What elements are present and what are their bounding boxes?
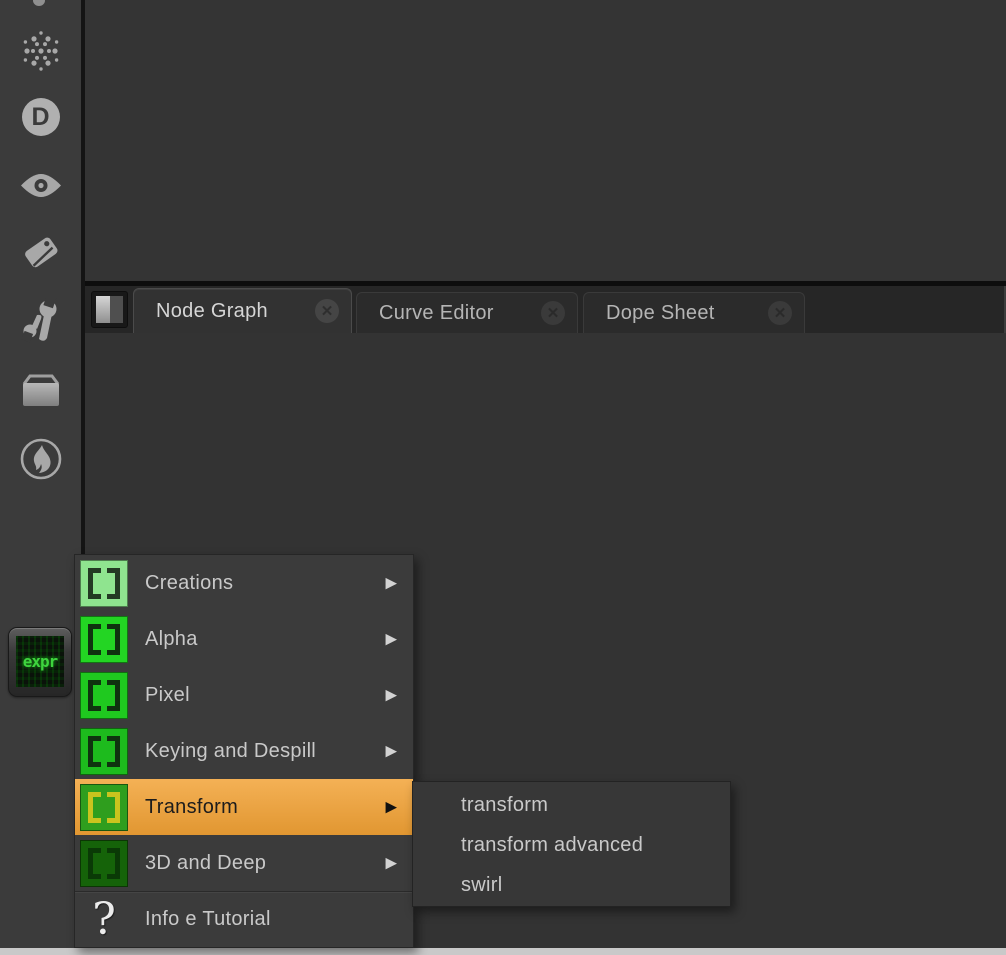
- tab-label: Dope Sheet: [606, 302, 715, 325]
- toolbox-icon-glyph: [19, 372, 63, 410]
- expression-node-button[interactable]: expr: [8, 627, 72, 697]
- tag-icon-glyph: [19, 230, 63, 274]
- node-creation-menu: Creations ▶ Alpha ▶ Pixel ▶ Keying and D…: [74, 554, 414, 948]
- toolbox-icon[interactable]: [0, 372, 81, 410]
- toolsets-wrench-icon[interactable]: [0, 298, 81, 344]
- metadata-tag-icon[interactable]: [0, 230, 81, 274]
- submenu-arrow-icon: ▶: [385, 742, 397, 760]
- menu-item-keying-and-despill[interactable]: Keying and Despill ▶: [75, 723, 413, 779]
- submenu-item-label: swirl: [461, 874, 503, 896]
- flame-icon-glyph: [18, 436, 64, 482]
- expr-label: expr: [23, 652, 58, 671]
- particles-icon-glyph: [19, 29, 63, 73]
- menu-item-label: Transform: [145, 796, 238, 819]
- tab-curve-editor[interactable]: Curve Editor ✕: [356, 292, 578, 333]
- menu-item-label: Alpha: [145, 628, 198, 651]
- submenu-item-transform-advanced[interactable]: transform advanced: [413, 825, 730, 865]
- expr-matrix-screen: expr: [16, 636, 64, 687]
- menu-item-label: Keying and Despill: [145, 740, 316, 763]
- pane-split-left-icon: [96, 296, 110, 323]
- pane-menu-button[interactable]: [91, 291, 128, 328]
- submenu-arrow-icon: ▶: [385, 574, 397, 592]
- alpha-node-icon: [80, 616, 128, 663]
- submenu-item-label: transform advanced: [461, 834, 643, 856]
- menu-item-transform[interactable]: Transform ▶: [75, 779, 413, 835]
- tab-node-graph[interactable]: Node Graph ✕: [133, 288, 352, 333]
- window-bottom-edge: [0, 948, 1006, 955]
- eye-icon-glyph: [19, 172, 63, 199]
- close-icon[interactable]: ✕: [315, 299, 339, 323]
- submenu-arrow-icon: ▶: [385, 630, 397, 648]
- clipped-toolbar-icon: [33, 0, 45, 6]
- views-eye-icon[interactable]: [0, 172, 81, 199]
- question-mark-icon: ?: [80, 898, 128, 942]
- wrench-icon-glyph: [19, 298, 63, 344]
- deep-icon-glyph: D: [22, 98, 60, 136]
- 3d-deep-node-icon: [80, 840, 128, 887]
- deep-icon[interactable]: D: [0, 98, 81, 136]
- menu-item-label: 3D and Deep: [145, 852, 266, 875]
- close-icon[interactable]: ✕: [768, 301, 792, 325]
- keying-node-icon: [80, 728, 128, 775]
- pane-tab-strip: Node Graph ✕ Curve Editor ✕ Dope Sheet ✕: [85, 286, 1006, 333]
- menu-item-alpha[interactable]: Alpha ▶: [75, 611, 413, 667]
- creations-node-icon: [80, 560, 128, 607]
- menu-item-creations[interactable]: Creations ▶: [75, 555, 413, 611]
- menu-item-label: Info e Tutorial: [145, 908, 271, 931]
- close-icon[interactable]: ✕: [541, 301, 565, 325]
- submenu-item-transform[interactable]: transform: [413, 785, 730, 825]
- pixel-node-icon: [80, 672, 128, 719]
- menu-item-label: Creations: [145, 572, 233, 595]
- menu-item-info-e-tutorial[interactable]: ? Info e Tutorial: [75, 891, 413, 947]
- transform-node-icon: [80, 784, 128, 831]
- viewer-panel: [85, 0, 1006, 281]
- menu-item-pixel[interactable]: Pixel ▶: [75, 667, 413, 723]
- tab-label: Node Graph: [156, 300, 268, 323]
- menu-item-label: Pixel: [145, 684, 190, 707]
- transform-submenu: transform transform advanced swirl: [412, 781, 731, 907]
- menu-item-3d-and-deep[interactable]: 3D and Deep ▶: [75, 835, 413, 891]
- furnace-flame-icon[interactable]: [0, 436, 81, 482]
- deep-letter: D: [31, 103, 49, 132]
- submenu-item-label: transform: [461, 794, 548, 816]
- submenu-arrow-icon: ▶: [385, 798, 397, 816]
- submenu-arrow-icon: ▶: [385, 686, 397, 704]
- tab-dope-sheet[interactable]: Dope Sheet ✕: [583, 292, 805, 333]
- submenu-item-swirl[interactable]: swirl: [413, 865, 730, 905]
- pane-split-right-icon: [110, 296, 124, 323]
- nodes-toolbar: D: [0, 0, 81, 948]
- submenu-arrow-icon: ▶: [385, 854, 397, 872]
- particles-icon[interactable]: [0, 29, 81, 73]
- tab-label: Curve Editor: [379, 302, 494, 325]
